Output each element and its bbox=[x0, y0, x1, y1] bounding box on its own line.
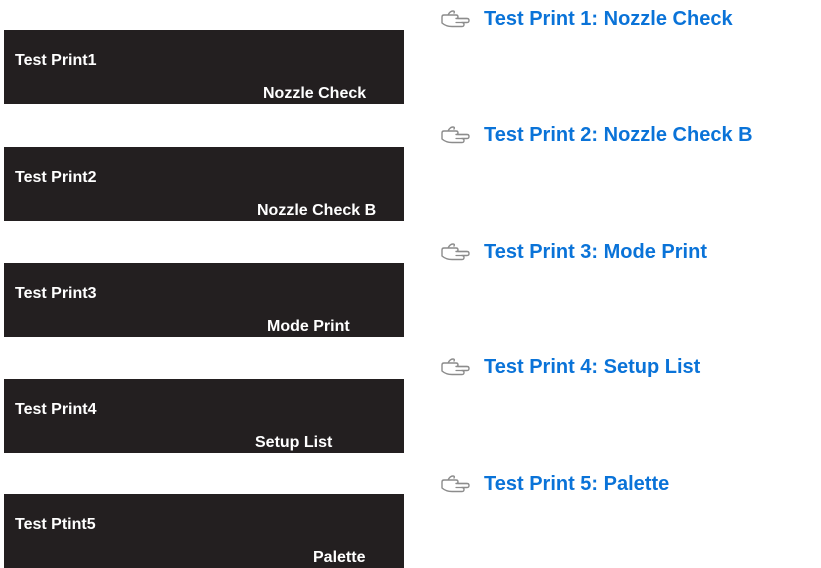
link-label[interactable]: Test Print 5: Palette bbox=[484, 472, 669, 496]
pointing-hand-icon bbox=[441, 10, 470, 28]
panel-title: Test Print1 bbox=[15, 52, 97, 69]
link-label[interactable]: Test Print 2: Nozzle Check B bbox=[484, 123, 753, 147]
link-test-print-4[interactable]: Test Print 4: Setup List bbox=[440, 355, 700, 379]
panel-value: Nozzle Check bbox=[263, 85, 367, 102]
lcd-panel-test-print-5: Test Ptint5 Palette bbox=[4, 494, 404, 568]
link-test-print-3[interactable]: Test Print 3: Mode Print bbox=[440, 240, 707, 264]
panel-value: Palette bbox=[313, 549, 366, 566]
pointing-hand-icon bbox=[441, 475, 470, 493]
lcd-panel-test-print-4: Test Print4 Setup List bbox=[4, 379, 404, 453]
panel-title: Test Print2 bbox=[15, 169, 97, 186]
panel-title: Test Print3 bbox=[15, 285, 97, 302]
pointing-hand-icon bbox=[441, 243, 470, 261]
pointing-hand-icon bbox=[441, 126, 470, 144]
link-test-print-5[interactable]: Test Print 5: Palette bbox=[440, 472, 669, 496]
panel-value: Setup List bbox=[255, 434, 333, 451]
link-test-print-2[interactable]: Test Print 2: Nozzle Check B bbox=[440, 123, 753, 147]
link-label[interactable]: Test Print 4: Setup List bbox=[484, 355, 700, 379]
link-test-print-1[interactable]: Test Print 1: Nozzle Check bbox=[440, 7, 733, 31]
link-label[interactable]: Test Print 1: Nozzle Check bbox=[484, 7, 733, 31]
pointing-hand-icon bbox=[441, 358, 470, 376]
panel-value: Mode Print bbox=[267, 318, 350, 335]
panel-value: Nozzle Check B bbox=[257, 202, 377, 219]
link-label[interactable]: Test Print 3: Mode Print bbox=[484, 240, 707, 264]
panel-title: Test Print4 bbox=[15, 401, 97, 418]
lcd-panel-test-print-2: Test Print2 Nozzle Check B bbox=[4, 147, 404, 221]
lcd-panel-test-print-3: Test Print3 Mode Print bbox=[4, 263, 404, 337]
lcd-panel-test-print-1: Test Print1 Nozzle Check bbox=[4, 30, 404, 104]
panel-title: Test Ptint5 bbox=[15, 516, 96, 533]
